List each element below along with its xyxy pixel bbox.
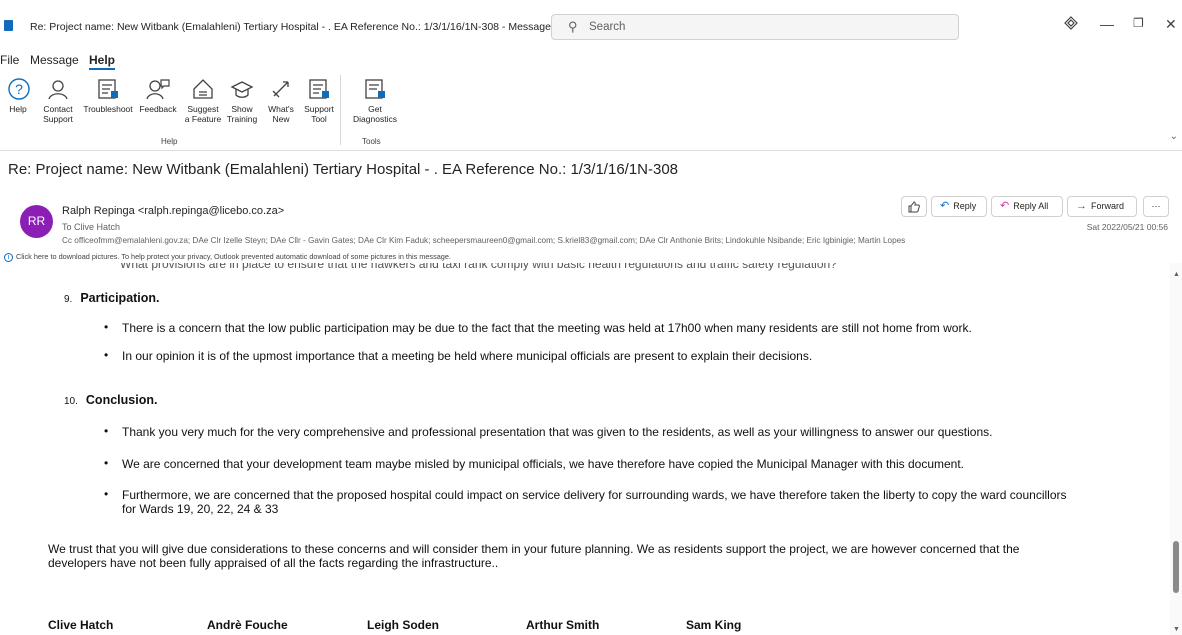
copilot-diamond-icon[interactable] [1064,16,1078,33]
feedback-person-icon [146,79,170,100]
signatory-name: Sam King [686,618,742,632]
reply-arrow-icon: ↶ [940,200,950,212]
title-bar: Re: Project name: New Witbank (Emalahlen… [0,0,1182,48]
reply-all-icon: ↶ [1000,200,1010,212]
restore-button[interactable]: ❐ [1133,16,1144,30]
recipient-cc: Cc officeofmm@emalahleni.gov.za; DAe Clr… [62,236,906,245]
scroll-up-arrow-icon[interactable]: ▲ [1173,271,1180,278]
sender-address[interactable]: Ralph Repinga <ralph.repinga@licebo.co.z… [62,205,284,217]
reply-button[interactable]: ↶ Reply [931,196,987,217]
ribbon-separator [340,75,341,145]
support-tool-icon [309,79,329,99]
ribbon: ? Help Contact Support Troubleshoot Feed… [0,71,1182,151]
svg-text:?: ? [15,81,23,97]
search-icon: ⚲ [568,19,578,34]
bullet-icon: • [104,456,109,470]
suggest-feature-button[interactable]: Suggest a Feature [184,77,222,124]
troubleshoot-button[interactable]: Troubleshoot [81,77,135,114]
person-headset-icon [48,80,68,100]
rocket-icon [272,81,289,98]
bullet-icon: • [104,487,109,501]
diagnostics-icon [365,79,385,99]
sender-avatar[interactable]: RR [20,205,53,238]
section-heading-conclusion: 10. Conclusion. [64,393,158,407]
list-item: There is a concern that the low public p… [122,321,972,335]
forward-button[interactable]: → Forward [1067,196,1137,217]
ribbon-collapse-chevron-icon[interactable]: ⌄ [1170,131,1178,142]
close-button[interactable]: ✕ [1165,16,1177,33]
list-item: We are concerned that your development t… [122,457,965,471]
signatory-name: Andrè Fouche [207,618,288,632]
window-title: Re: Project name: New Witbank (Emalahlen… [30,21,590,33]
search-placeholder: Search [589,21,626,33]
contact-support-button[interactable]: Contact Support [40,77,76,124]
vertical-scrollbar[interactable]: ▲ ▼ [1170,263,1182,635]
show-training-button[interactable]: Show Training [224,77,260,124]
minimize-button[interactable]: — [1100,16,1114,32]
get-diagnostics-button[interactable]: Get Diagnostics [352,77,398,124]
list-item: Furthermore, we are concerned that the p… [122,488,1067,502]
forward-arrow-icon: → [1076,200,1087,212]
tab-help[interactable]: Help [89,53,116,70]
list-item: In our opinion it is of the upmost impor… [122,349,813,363]
menu-tabs: File Message Help [0,50,1182,70]
search-box[interactable]: ⚲ Search [551,14,959,40]
section-heading-participation: 9. Participation. [64,291,160,305]
signatory-name: Clive Hatch [48,618,114,632]
reply-all-button[interactable]: ↶ Reply All [991,196,1063,217]
thumbs-up-icon [908,201,920,213]
list-item: Thank you very much for the very compreh… [122,425,993,439]
closing-paragraph: We trust that you will give due consider… [48,542,1020,556]
list-item-continued: for Wards 19, 20, 22, 24 & 33 [122,502,279,516]
help-group-label: Help [161,137,178,146]
download-pictures-infobar[interactable]: i Click here to download pictures. To hel… [4,252,451,262]
signatory-name: Leigh Soden [367,618,439,632]
scrollbar-thumb[interactable] [1173,541,1179,593]
support-tool-button[interactable]: Support Tool [301,77,337,124]
bullet-icon: • [104,348,109,362]
outlook-app-icon [4,20,13,31]
whats-new-button[interactable]: What's New [262,77,300,124]
question-icon: ? [8,78,30,100]
tab-message[interactable]: Message [30,53,79,67]
like-button[interactable] [901,196,927,217]
graduation-cap-icon [230,81,254,98]
troubleshoot-icon [98,79,118,99]
scroll-down-arrow-icon[interactable]: ▼ [1173,626,1180,633]
message-body: What provisions are in place to ensure t… [0,263,1170,635]
signatory-name: Arthur Smith [526,618,600,632]
feedback-button[interactable]: Feedback [138,77,178,114]
info-icon: i [4,253,13,262]
bullet-icon: • [104,424,109,438]
more-actions-button[interactable]: ··· [1143,196,1169,217]
tab-file[interactable]: File [0,53,19,67]
bullet-icon: • [104,320,109,334]
recipient-to: To Clive Hatch [62,222,121,232]
cut-off-text-line: What provisions are in place to ensure t… [120,263,837,271]
message-subject: Re: Project name: New Witbank (Emalahlen… [8,161,679,178]
closing-paragraph-line2: developers have not been fully appraised… [48,556,499,570]
suggest-feature-icon [193,79,213,99]
help-button[interactable]: ? Help [7,77,30,114]
tools-group-label: Tools [362,137,381,146]
message-date: Sat 2022/05/21 00:56 [1086,222,1168,232]
